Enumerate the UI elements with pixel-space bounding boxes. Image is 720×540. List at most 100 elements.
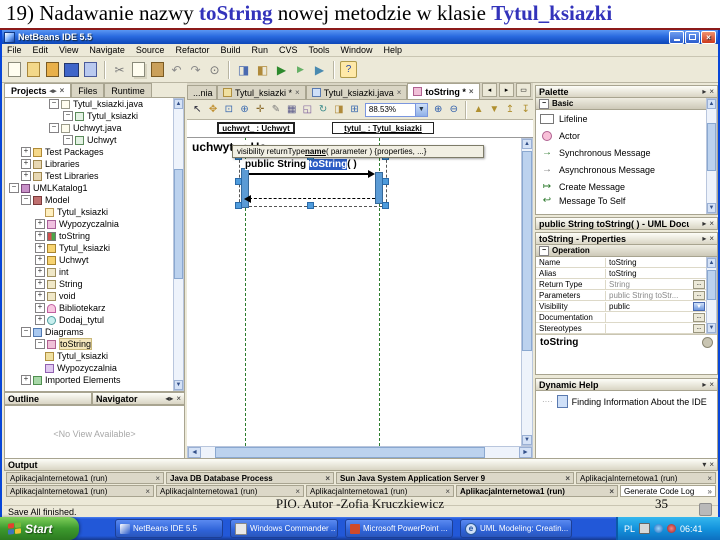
keyboard-icon[interactable] xyxy=(639,523,651,534)
new-project-icon[interactable] xyxy=(25,61,42,78)
scroll-tabs-left-icon[interactable]: ◂ xyxy=(482,83,497,97)
menu-cvs[interactable]: CVS xyxy=(279,45,298,55)
selection-handle[interactable] xyxy=(382,202,389,209)
menu-build[interactable]: Build xyxy=(220,45,240,55)
property-row-name[interactable]: Name toString xyxy=(536,257,706,268)
scrollbar-thumb[interactable] xyxy=(707,123,716,171)
pan-hand-icon[interactable]: ✥ xyxy=(206,102,221,117)
scrollbar-thumb[interactable] xyxy=(707,270,716,300)
edit-properties-icon[interactable]: ✎ xyxy=(269,102,284,117)
tree-item[interactable]: − Uchwyt xyxy=(5,134,184,146)
tree-item[interactable]: Wypozyczalnia xyxy=(5,362,184,374)
tree-item[interactable]: + void xyxy=(5,290,184,302)
menu-navigate[interactable]: Navigate xyxy=(89,45,125,55)
output-tab[interactable]: Java DB Database Process × xyxy=(166,472,334,484)
palette-group-basic[interactable]: − Basic xyxy=(536,98,717,110)
ellipsis-button[interactable]: ... xyxy=(693,323,705,333)
expand-icon[interactable]: + xyxy=(21,159,31,169)
output-tab[interactable]: AplikacjaInternetowa1 (run) × xyxy=(156,485,304,497)
tree-item[interactable]: + Dodaj_tytul xyxy=(5,314,184,326)
build-project-icon[interactable]: ◨ xyxy=(235,61,252,78)
keyboard-layout-indicator[interactable]: PL xyxy=(624,524,635,534)
close-tab-icon[interactable]: × xyxy=(609,487,614,496)
redo-icon[interactable]: ↷ xyxy=(187,61,204,78)
float-panel-icon[interactable]: ▸ xyxy=(702,219,706,228)
property-row-parameters[interactable]: Parameters public String toStr...... xyxy=(536,290,706,301)
editor-tab-partial[interactable]: ...nia xyxy=(187,85,217,99)
close-icon[interactable]: × xyxy=(709,234,714,243)
tree-item-selected[interactable]: − toString xyxy=(5,338,184,350)
palette-item-actor[interactable]: Actor xyxy=(536,127,717,144)
save-all-icon[interactable] xyxy=(63,61,80,78)
palette-item-sync-message[interactable]: → Synchronous Message xyxy=(536,144,717,161)
dock-arrows-icon[interactable]: ◂▸ xyxy=(165,394,173,403)
chevron-down-icon[interactable]: ▼ xyxy=(693,301,705,311)
run-project-icon[interactable]: ▶ xyxy=(273,61,290,78)
palette-item-message-to-self[interactable]: ↩ Message To Self xyxy=(536,195,717,207)
menu-refactor[interactable]: Refactor xyxy=(175,45,209,55)
messenger-icon[interactable] xyxy=(654,524,664,533)
chevron-down-icon[interactable]: ▼ xyxy=(414,103,427,116)
collapse-icon[interactable]: − xyxy=(9,183,19,193)
close-tab-icon[interactable]: × xyxy=(397,88,402,97)
taskbar-item-uml-modeling[interactable]: e UML Modeling: Creatin... xyxy=(460,519,572,538)
show-grid-icon[interactable]: ▦ xyxy=(284,102,299,117)
close-tab-icon[interactable]: × xyxy=(155,474,160,483)
palette-item-async-message[interactable]: → Asynchronous Message xyxy=(536,161,717,178)
collapse-icon[interactable]: − xyxy=(63,135,73,145)
clean-build-icon[interactable]: ◧ xyxy=(254,61,271,78)
zoom-in-icon[interactable]: ⊕ xyxy=(431,102,446,117)
copy-icon[interactable] xyxy=(130,61,147,78)
scrollbar-thumb[interactable] xyxy=(522,151,532,351)
dynamic-help-panel-header[interactable]: Dynamic Help ▸ × xyxy=(535,378,718,391)
expand-icon[interactable]: + xyxy=(21,171,31,181)
collapse-icon[interactable]: − xyxy=(539,98,549,109)
close-tab-icon[interactable]: × xyxy=(469,87,474,96)
tree-item[interactable]: − Tytul_ksiazki.java xyxy=(5,98,184,110)
tab-projects[interactable]: Projects ◂▸ × xyxy=(4,83,72,97)
move-to-front-icon[interactable]: ↥ xyxy=(503,102,518,117)
properties-panel-header[interactable]: toString - Properties ▸ × xyxy=(535,232,718,245)
navigator-panel-header[interactable]: Navigator ◂▸ × xyxy=(92,392,185,405)
scroll-up-icon[interactable]: ▲ xyxy=(174,99,183,109)
expand-icon[interactable]: + xyxy=(35,267,45,277)
selection-handle[interactable] xyxy=(307,202,314,209)
tree-item[interactable]: − Diagrams xyxy=(5,326,184,338)
paste-icon[interactable] xyxy=(149,61,166,78)
tree-item[interactable]: − Uchwyt.java xyxy=(5,122,184,134)
ellipsis-button[interactable]: ... xyxy=(693,290,705,300)
output-tab[interactable]: Sun Java System Application Server 9 × xyxy=(336,472,574,484)
expand-icon[interactable]: + xyxy=(35,315,45,325)
move-backward-icon[interactable]: ▼ xyxy=(487,102,502,117)
taskbar-item-powerpoint[interactable]: Microsoft PowerPoint ... xyxy=(345,519,453,538)
editor-tab-class-diagram[interactable]: Tytul_ksiazki * × xyxy=(217,85,306,99)
preview-icon[interactable] xyxy=(82,61,99,78)
editor-tab-tostring-active[interactable]: toString * × xyxy=(407,83,480,99)
uml-documentation-panel-header[interactable]: public String toString( ) - UML Docu... … xyxy=(535,217,718,230)
float-panel-icon[interactable]: ▸ xyxy=(702,234,706,243)
menu-help[interactable]: Help xyxy=(384,45,403,55)
expand-icon[interactable]: + xyxy=(35,279,45,289)
window-titlebar[interactable]: NetBeans IDE 5.5 × xyxy=(2,30,718,44)
collapse-icon[interactable]: − xyxy=(49,123,59,133)
output-tab[interactable]: AplikacjaInternetowa1 (run) × xyxy=(576,472,716,484)
taskbar-item-windows-commander[interactable]: Windows Commander .. xyxy=(230,519,338,538)
lifeline-head-tytul[interactable]: tytul_ : Tytul_ksiazki xyxy=(332,122,434,134)
undo-icon[interactable]: ↶ xyxy=(168,61,185,78)
minimize-button[interactable] xyxy=(669,30,684,44)
select-arrow-icon[interactable]: ↖ xyxy=(190,102,205,117)
palette-item-lifeline[interactable]: Lifeline xyxy=(536,110,717,127)
property-row-return-type[interactable]: Return Type String... xyxy=(536,279,706,290)
expand-icon[interactable]: + xyxy=(35,255,45,265)
overview-window-icon[interactable]: ◱ xyxy=(300,102,315,117)
property-row-documentation[interactable]: Documentation... xyxy=(536,312,706,323)
editor-tab-java-file[interactable]: Tytul_ksiazki.java × xyxy=(305,85,408,99)
close-tab-icon[interactable]: × xyxy=(145,487,150,496)
zoom-out-icon[interactable]: ⊖ xyxy=(447,102,462,117)
message-name-editor[interactable]: public String toString( ) xyxy=(245,159,357,170)
call-message-arrow[interactable] xyxy=(249,173,369,175)
maximize-editor-icon[interactable]: ▭ xyxy=(516,83,531,97)
tab-close-icon[interactable]: × xyxy=(60,86,65,95)
output-tab[interactable]: AplikacjaInternetowa1 (run) × xyxy=(6,472,164,484)
expand-icon[interactable]: + xyxy=(35,303,45,313)
